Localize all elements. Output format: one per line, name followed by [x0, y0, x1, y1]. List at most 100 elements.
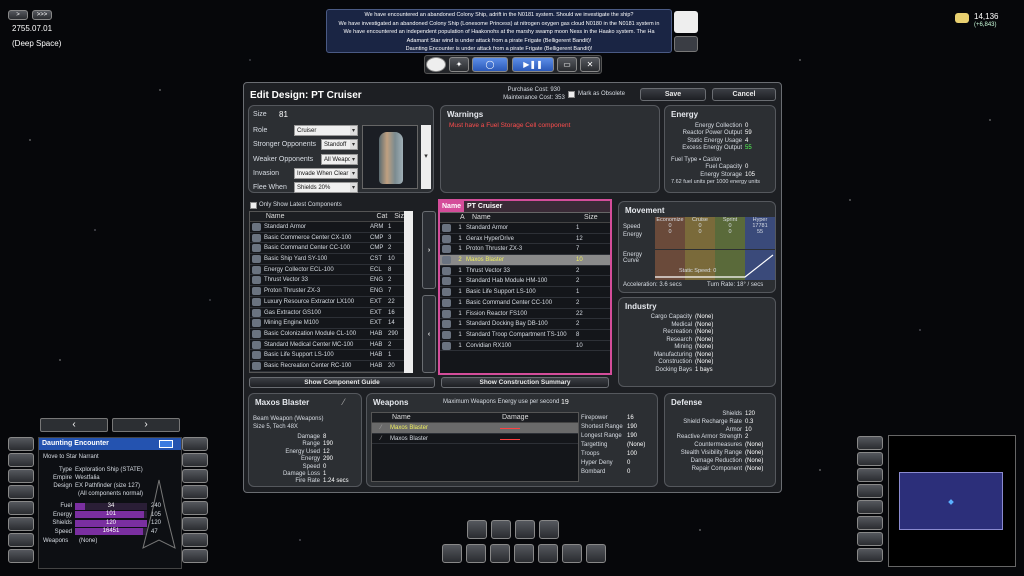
- empires-icon[interactable]: [857, 500, 883, 514]
- col-weapon-name[interactable]: Name: [392, 413, 502, 422]
- message-line[interactable]: We have encountered an abandoned Colony …: [330, 11, 668, 20]
- component-row[interactable]: Basic Ship Yard SY-100 CST 10: [250, 254, 412, 265]
- attack-icon[interactable]: [8, 485, 34, 499]
- diplomacy-icon[interactable]: [490, 544, 510, 563]
- ship-prev-button[interactable]: ‹: [40, 418, 108, 432]
- message-image-icon[interactable]: [674, 11, 698, 33]
- patrol-icon[interactable]: [182, 485, 208, 499]
- weapon-row[interactable]: ⁄ Maxos Blaster: [372, 423, 578, 434]
- component-row[interactable]: Basic Commerce Center CX-100 CMP 3: [250, 233, 412, 244]
- component-row[interactable]: Basic Recreation Center RC-100 HAB 20: [250, 361, 412, 372]
- design-component-row[interactable]: 1 Standard Troop Compartment TS-100 8: [440, 330, 610, 341]
- weaker-opponents-dropdown[interactable]: All Weapo: [321, 154, 358, 165]
- col-amount[interactable]: A: [460, 213, 472, 222]
- obsolete-checkbox[interactable]: [568, 91, 575, 98]
- ship-next-button[interactable]: ›: [112, 418, 180, 432]
- center-view-icon[interactable]: [8, 453, 34, 467]
- col-weapon-damage[interactable]: Damage: [502, 413, 562, 422]
- search-icon[interactable]: [857, 532, 883, 546]
- ships-icon[interactable]: [857, 468, 883, 482]
- design-component-row[interactable]: 1 Corvidian RX100 10: [440, 341, 610, 352]
- component-list[interactable]: Name Cat Size Standard Armor ARM 1 Basic Comm…: [249, 211, 413, 373]
- empire-icon[interactable]: [562, 544, 582, 563]
- add-component-button[interactable]: ›: [422, 211, 436, 289]
- design-component-row[interactable]: 1 Standard Armor 1: [440, 223, 610, 234]
- lock-icon[interactable]: [8, 437, 34, 451]
- flee-dropdown[interactable]: Shields 20%: [294, 182, 358, 193]
- latest-components-checkbox[interactable]: [250, 202, 257, 209]
- fast-forward-button[interactable]: >>>: [32, 10, 52, 20]
- colonies-icon[interactable]: [467, 520, 487, 539]
- help-icon[interactable]: [857, 548, 883, 562]
- component-row[interactable]: Standard Armor ARM 1: [250, 222, 412, 233]
- cargo-icon[interactable]: [182, 533, 208, 547]
- design-icon[interactable]: [514, 544, 534, 563]
- design-component-row[interactable]: 1 Basic Command Center CC-100 2: [440, 298, 610, 309]
- component-row[interactable]: Basic Colonization Module CL-100 HAB 290: [250, 329, 412, 340]
- design-component-row[interactable]: 1 Standard Hab Module HM-100 2: [440, 276, 610, 288]
- fleets-icon[interactable]: [857, 516, 883, 530]
- refuel-icon[interactable]: [8, 501, 34, 515]
- stronger-opponents-dropdown[interactable]: Standoff: [321, 139, 358, 150]
- planets-icon[interactable]: [857, 452, 883, 466]
- message-line[interactable]: Daunting Encounter is under attack from …: [330, 45, 668, 52]
- save-button[interactable]: Save: [640, 88, 706, 101]
- expand-icon[interactable]: ✦: [449, 57, 469, 72]
- escort-icon[interactable]: [182, 453, 208, 467]
- pie-icon[interactable]: [426, 57, 446, 72]
- col-cat[interactable]: Cat: [376, 212, 394, 221]
- design-component-row[interactable]: 2 Maxos Blaster 10: [440, 255, 610, 266]
- retrofit-icon[interactable]: [8, 533, 34, 547]
- show-component-guide-button[interactable]: Show Component Guide: [249, 377, 435, 388]
- component-row[interactable]: Basic Command Center CC-100 CMP 2: [250, 243, 412, 255]
- component-row[interactable]: Energy Collector ECL-100 ECL 8: [250, 265, 412, 276]
- component-list-scrollbar[interactable]: [404, 211, 413, 373]
- explore-icon[interactable]: [182, 469, 208, 483]
- cancel-button[interactable]: Cancel: [712, 88, 776, 101]
- col-name[interactable]: Name: [266, 212, 377, 221]
- role-dropdown[interactable]: Cruiser: [294, 125, 358, 136]
- component-row[interactable]: Standard Medical Center MC-100 HAB 2: [250, 340, 412, 351]
- minimap[interactable]: [888, 435, 1016, 567]
- show-construction-summary-button[interactable]: Show Construction Summary: [441, 377, 609, 388]
- design-component-list[interactable]: Name PT Cruiser A Name Size 1 Standard Armo…: [438, 199, 612, 375]
- scrap-icon[interactable]: [8, 549, 34, 563]
- remove-component-button[interactable]: ‹: [422, 295, 436, 373]
- component-row[interactable]: Basic Life Support LS-100 HAB 1: [250, 350, 412, 361]
- repair-icon[interactable]: [8, 517, 34, 531]
- ship-image-scroll[interactable]: ▾: [421, 125, 431, 189]
- monitor-icon[interactable]: ▭: [557, 57, 577, 72]
- tools-icon[interactable]: ✕: [580, 57, 600, 72]
- message-line[interactable]: Adamant Star wind is under attack from a…: [330, 37, 668, 46]
- design-component-row[interactable]: 1 Basic Life Support LS-100 1: [440, 287, 610, 298]
- play-pause-icon[interactable]: ▶❚❚: [512, 57, 554, 72]
- col-design-size[interactable]: Size: [584, 213, 604, 222]
- move-icon[interactable]: [8, 469, 34, 483]
- design-component-row[interactable]: 1 Fission Reactor FS100 22: [440, 309, 610, 320]
- characters-icon[interactable]: [466, 544, 486, 563]
- prev-button[interactable]: >: [8, 10, 28, 20]
- weapons-list[interactable]: Name Damage ⁄ Maxos Blaster ⁄ Maxos Blaster: [371, 412, 579, 482]
- ships-icon-2[interactable]: [491, 520, 511, 539]
- design-component-row[interactable]: 1 Standard Docking Bay DB-100 2: [440, 319, 610, 330]
- component-row[interactable]: Luxury Resource Extractor LX100 EXT 22: [250, 297, 412, 308]
- construction-icon[interactable]: [442, 544, 462, 563]
- design-component-row[interactable]: 1 Gerax HyperDrive 12: [440, 234, 610, 245]
- weapon-row[interactable]: ⁄ Maxos Blaster: [372, 434, 578, 445]
- component-row[interactable]: Gas Extractor GS100 EXT 16: [250, 308, 412, 319]
- dock-icon[interactable]: [182, 437, 208, 451]
- col-design-name[interactable]: Name: [472, 213, 584, 222]
- population-icon[interactable]: [515, 520, 535, 539]
- advisor-icon[interactable]: [674, 36, 698, 52]
- options-icon[interactable]: [182, 549, 208, 563]
- component-row[interactable]: Proton Thruster ZX-3 ENG 7: [250, 286, 412, 297]
- component-row[interactable]: Mining Engine M100 EXT 14: [250, 318, 412, 329]
- fleet-icon[interactable]: [182, 501, 208, 515]
- bases-icon[interactable]: [857, 484, 883, 498]
- auto-icon[interactable]: [182, 517, 208, 531]
- component-row[interactable]: Thrust Vector 33 ENG 2: [250, 275, 412, 287]
- ideas-icon[interactable]: [538, 544, 558, 563]
- design-component-row[interactable]: 1 Proton Thruster ZX-3 7: [440, 244, 610, 256]
- invasion-dropdown[interactable]: Invade When Clear: [294, 168, 358, 179]
- message-log[interactable]: We have encountered an abandoned Colony …: [326, 9, 672, 53]
